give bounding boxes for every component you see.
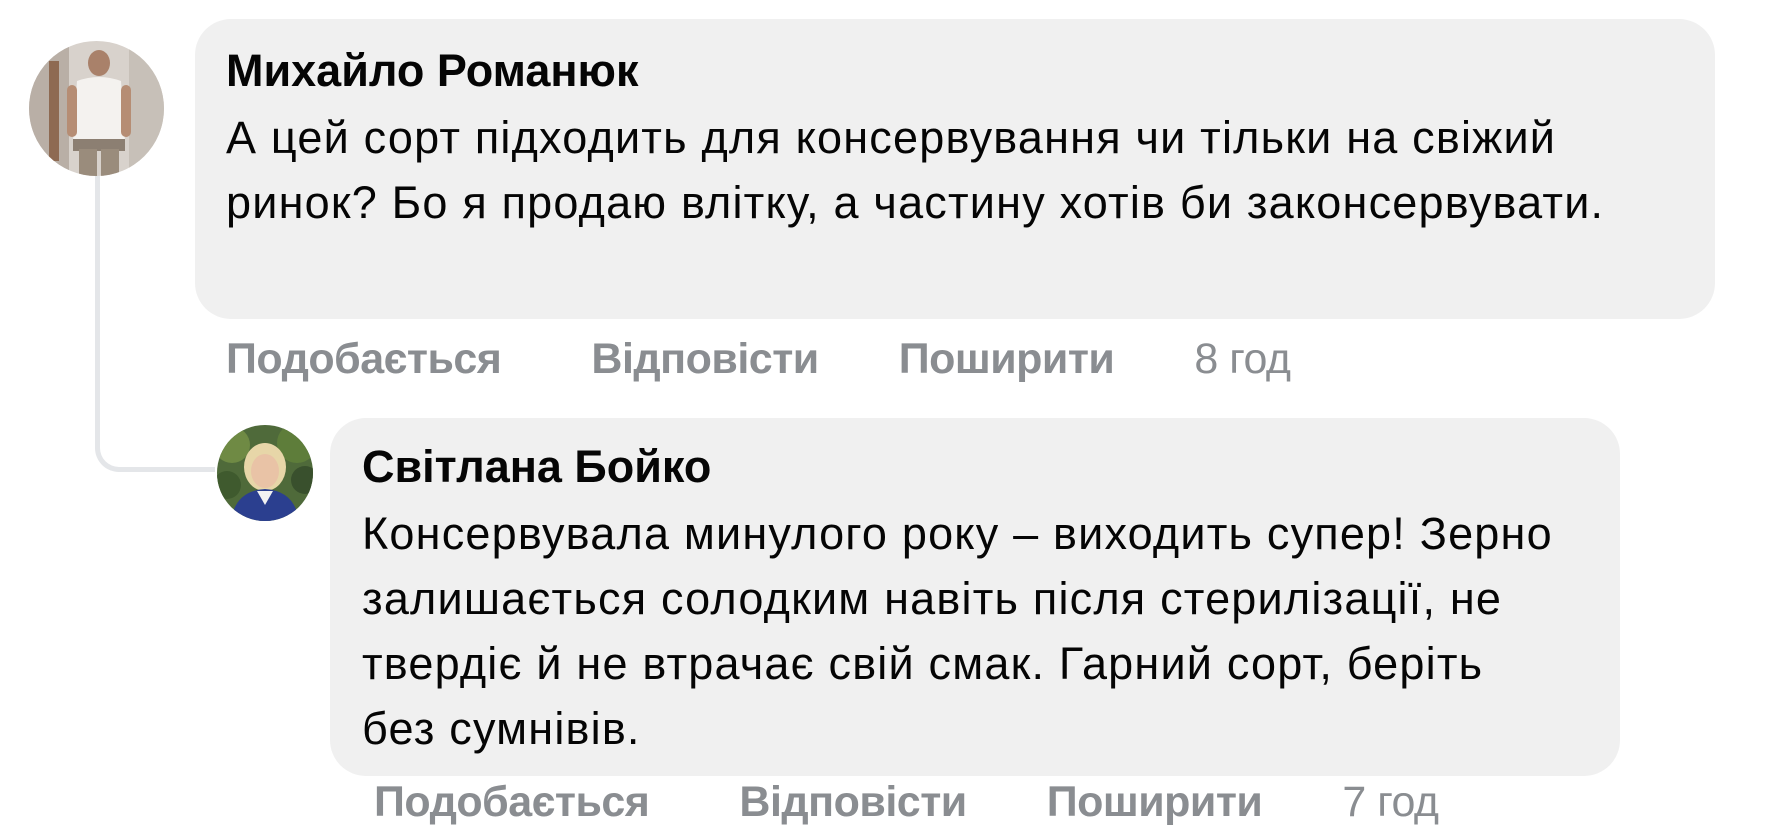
reply-timestamp[interactable]: 7 год [1342, 778, 1439, 827]
reply-bubble: Світлана Бойко Консервувала минулого рок… [330, 418, 1620, 776]
like-button[interactable]: Подобається [374, 778, 650, 827]
avatar-photo-icon [29, 41, 164, 176]
comment-bubble: Михайло Романюк А цей сорт підходить для… [195, 19, 1715, 319]
avatar[interactable] [29, 41, 164, 176]
share-button[interactable]: Поширити [899, 335, 1115, 384]
reply-text: Консервувала минулого року – виходить су… [362, 508, 1553, 754]
like-button[interactable]: Подобається [226, 335, 502, 384]
comment-author-name[interactable]: Михайло Романюк [226, 43, 1685, 99]
comment-thread: Михайло Романюк А цей сорт підходить для… [0, 0, 1770, 830]
comment-timestamp[interactable]: 8 год [1194, 335, 1291, 384]
share-button[interactable]: Поширити [1047, 778, 1263, 827]
reply-actions: Подобається Відповісти Поширити 7 год [374, 778, 1439, 827]
reply-button[interactable]: Відповісти [739, 778, 967, 827]
comment-actions: Подобається Відповісти Поширити 8 год [226, 335, 1291, 384]
avatar-photo-icon [217, 425, 313, 521]
avatar[interactable] [217, 425, 313, 521]
reply-author-name[interactable]: Світлана Бойко [362, 439, 1590, 495]
reply-button[interactable]: Відповісти [591, 335, 819, 384]
comment-text: А цей сорт підходить для консервування ч… [226, 112, 1605, 228]
